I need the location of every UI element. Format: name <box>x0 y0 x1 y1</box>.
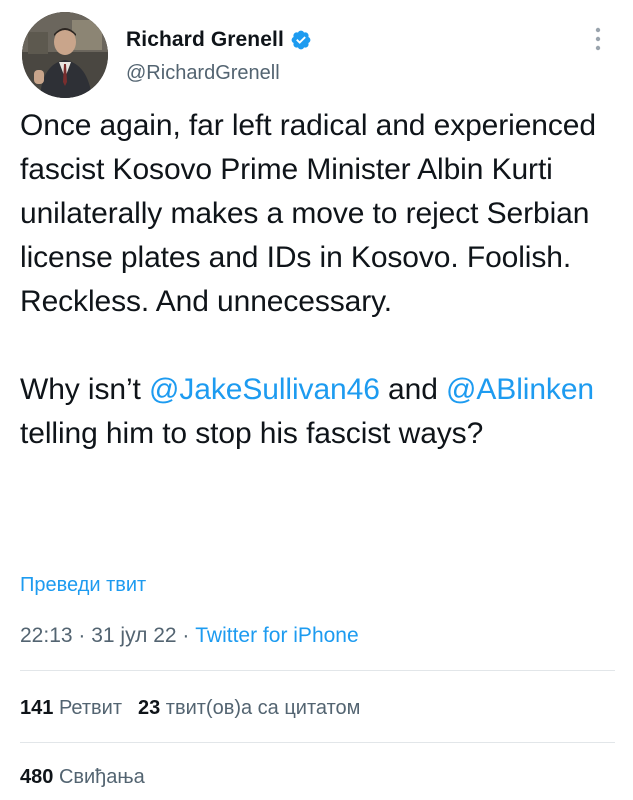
divider <box>20 742 615 743</box>
translate-tweet-link[interactable]: Преведи твит <box>20 574 146 597</box>
tweet-source-link[interactable]: Twitter for iPhone <box>195 624 358 647</box>
tweet-paragraph-1: Once again, far left radical and experie… <box>20 109 596 318</box>
tweet-text-segment: Why isn’t <box>20 373 150 406</box>
quote-tweets-count: 23 <box>137 697 161 719</box>
tweet-paragraph-2: Why isn’t @JakeSullivan46 and @ABlinken … <box>20 368 620 456</box>
likes-stats-row: 480 Свиђања <box>20 766 161 789</box>
mention-link-ablinken[interactable]: @ABlinken <box>446 373 594 406</box>
tweet-time[interactable]: 22:13 <box>20 624 73 647</box>
likes-count: 480 <box>20 766 54 788</box>
tweet-text-segment: telling him to stop his fascist ways? <box>20 417 484 450</box>
verified-badge-icon <box>291 30 311 50</box>
author-name[interactable]: Richard Grenell <box>126 28 284 52</box>
more-options-icon[interactable] <box>590 24 606 54</box>
author-name-row: Richard Grenell <box>126 28 312 52</box>
likes-stat[interactable]: 480 Свиђања <box>20 766 145 789</box>
retweet-stats-row: 141 Ретвит 23 твит(ов)а са цитатом <box>20 697 376 720</box>
tweet-detail: Richard Grenell @RichardGrenell Once aga… <box>0 0 633 800</box>
quote-tweets-label: твит(ов)а са цитатом <box>165 697 361 719</box>
quote-tweets-stat[interactable]: 23 твит(ов)а са цитатом <box>138 697 360 720</box>
author-handle[interactable]: @RichardGrenell <box>126 62 280 85</box>
divider <box>20 670 615 671</box>
tweet-date[interactable]: 31 јул 22 <box>91 624 176 647</box>
tweet-text-segment: and <box>379 373 447 406</box>
tweet-meta: 22:13 · 31 јул 22 · Twitter for iPhone <box>20 624 359 648</box>
avatar[interactable] <box>22 12 108 98</box>
retweets-stat[interactable]: 141 Ретвит <box>20 697 122 720</box>
retweets-label: Ретвит <box>58 697 122 719</box>
meta-separator: · <box>176 624 196 647</box>
mention-link-jakesullivan[interactable]: @JakeSullivan46 <box>149 373 380 406</box>
profile-photo-icon <box>22 12 108 98</box>
tweet-text: Once again, far left radical and experie… <box>20 104 620 456</box>
meta-separator: · <box>72 624 92 647</box>
likes-label: Свиђања <box>58 766 145 788</box>
retweets-count: 141 <box>20 697 54 719</box>
